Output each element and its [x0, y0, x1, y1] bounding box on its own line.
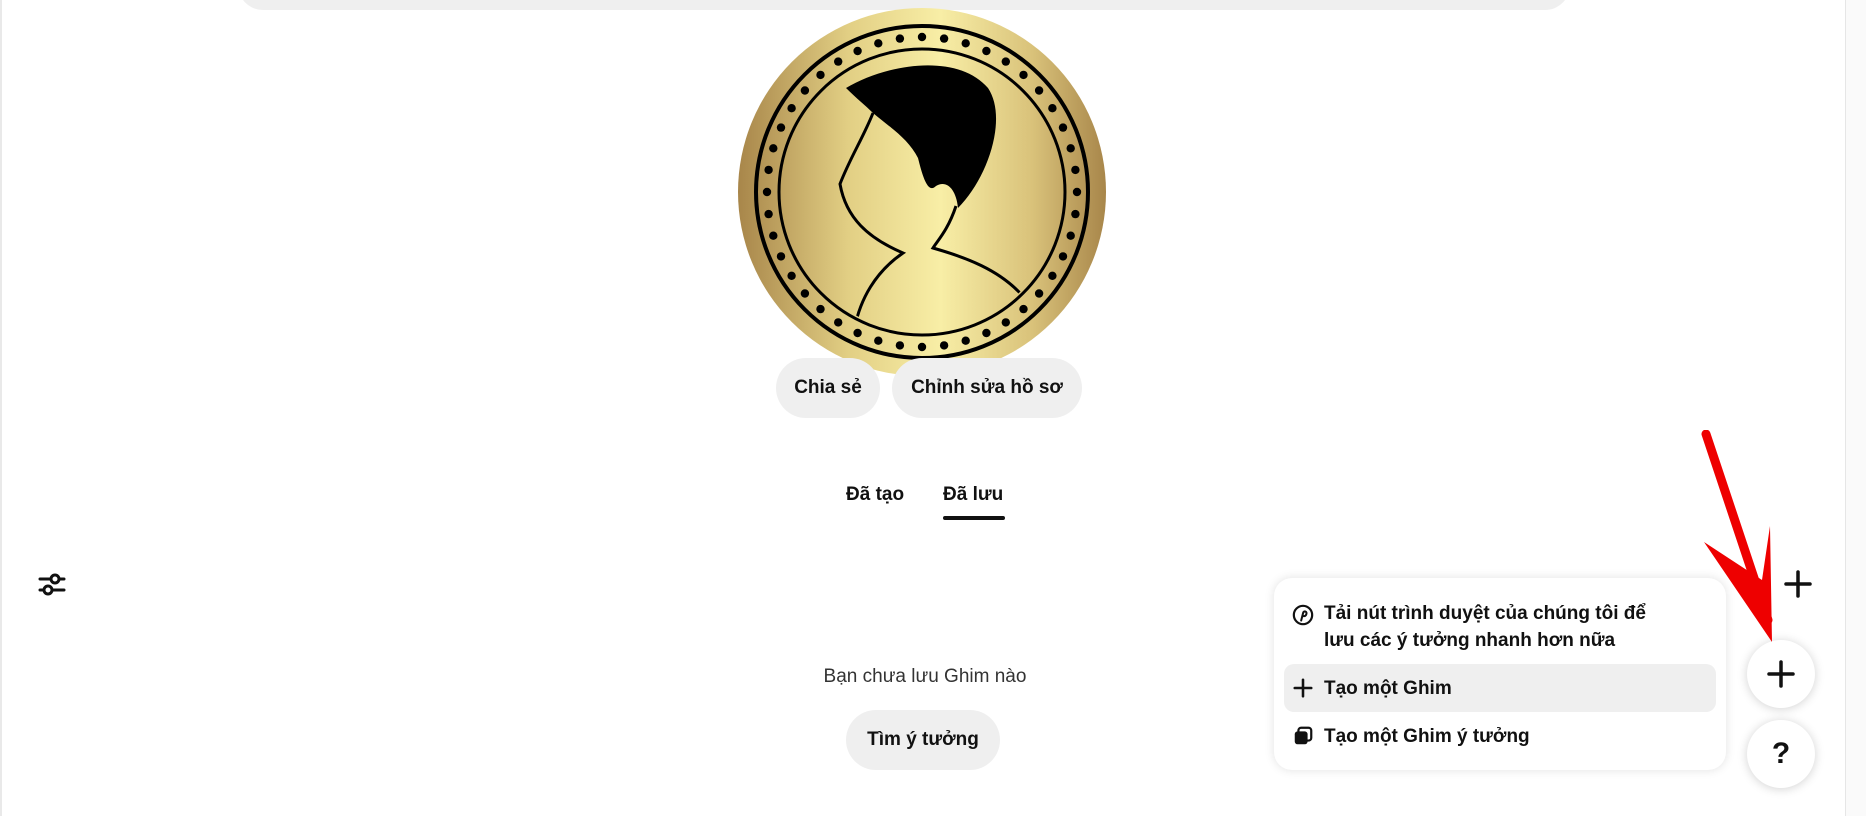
share-button[interactable]: Chia sẻ [776, 358, 880, 418]
plus-icon [1767, 660, 1795, 688]
profile-avatar [738, 8, 1106, 376]
avatar-dot [764, 165, 773, 175]
avatar-dot [1071, 209, 1080, 219]
menu-item-create-idea-pin[interactable]: Tạo một Ghim ý tưởng [1284, 714, 1716, 758]
filter-icon[interactable] [36, 568, 68, 600]
avatar-dot [800, 289, 810, 298]
avatar-dot [1001, 57, 1010, 66]
avatar-dot [769, 231, 778, 240]
create-button[interactable] [1747, 640, 1815, 708]
avatar-dot [1048, 104, 1057, 113]
idea-pin-icon [1294, 726, 1313, 745]
avatar-dot [816, 70, 825, 80]
avatar-dot [764, 209, 773, 219]
avatar-dot [816, 304, 825, 314]
avatar-dot [769, 144, 778, 153]
avatar-dot [1048, 271, 1057, 280]
avatar-dot [917, 342, 927, 352]
avatar-dot [961, 39, 970, 48]
avatar-dot [834, 318, 843, 327]
avatar-dot [787, 104, 796, 113]
tab-saved[interactable]: Đã lưu [943, 484, 1003, 506]
avatar-dot [939, 34, 949, 43]
find-ideas-button[interactable]: Tìm ý tưởng [846, 710, 1000, 770]
menu-item-browser-line2: lưu các ý tưởng nhanh hơn nữa [1324, 630, 1616, 651]
avatar-dot [800, 86, 810, 95]
avatar-dot [762, 187, 772, 197]
avatar-dot [776, 123, 786, 132]
menu-item-create-idea-pin-label: Tạo một Ghim ý tưởng [1324, 725, 1530, 747]
avatar-dot [1034, 86, 1044, 95]
menu-item-create-pin-label: Tạo một Ghim [1324, 677, 1452, 699]
menu-item-browser-button[interactable]: Tải nút trình duyệt của chúng tôi để lưu… [1284, 600, 1716, 654]
avatar-dot [982, 46, 991, 56]
menu-item-browser-line1: Tải nút trình duyệt của chúng tôi để [1324, 603, 1646, 624]
add-plus-icon[interactable] [1782, 568, 1814, 600]
empty-state-message: Bạn chưa lưu Ghim nào [823, 666, 1027, 687]
edit-profile-button[interactable]: Chỉnh sửa hồ sơ [892, 358, 1082, 418]
avatar-dot [895, 34, 905, 43]
avatar-dot [874, 336, 883, 345]
create-menu: Tải nút trình duyệt của chúng tôi để lưu… [1274, 578, 1726, 770]
avatar-dot [1058, 252, 1068, 261]
avatar-dot [961, 336, 970, 345]
avatar-dot [939, 341, 949, 350]
menu-item-create-pin[interactable]: Tạo một Ghim [1284, 664, 1716, 712]
avatar-dot [1001, 318, 1010, 327]
avatar-dot [853, 46, 862, 56]
avatar-dot [1019, 70, 1028, 80]
avatar-dot [853, 328, 862, 338]
avatar-dot [982, 328, 991, 338]
help-button[interactable]: ? [1747, 720, 1815, 788]
scrollbar[interactable] [1845, 0, 1866, 816]
avatar-dot [1034, 289, 1044, 298]
avatar-dot [787, 271, 796, 280]
avatar-dot [776, 252, 786, 261]
tab-created[interactable]: Đã tạo [846, 484, 904, 506]
pinterest-icon [1292, 604, 1314, 626]
avatar-dot [874, 39, 883, 48]
avatar-dot [917, 32, 927, 42]
avatar-dot [895, 341, 905, 350]
avatar-dot [1066, 144, 1075, 153]
active-tab-indicator [943, 516, 1005, 520]
left-edge [0, 0, 2, 816]
avatar-dot [1071, 165, 1080, 175]
help-label: ? [1771, 737, 1791, 770]
plus-icon [1293, 678, 1313, 698]
avatar-dot [1058, 123, 1068, 132]
avatar-dot [1072, 187, 1082, 197]
avatar-dot [1066, 231, 1075, 240]
avatar-dot [834, 57, 843, 66]
avatar-dot [1019, 304, 1028, 314]
